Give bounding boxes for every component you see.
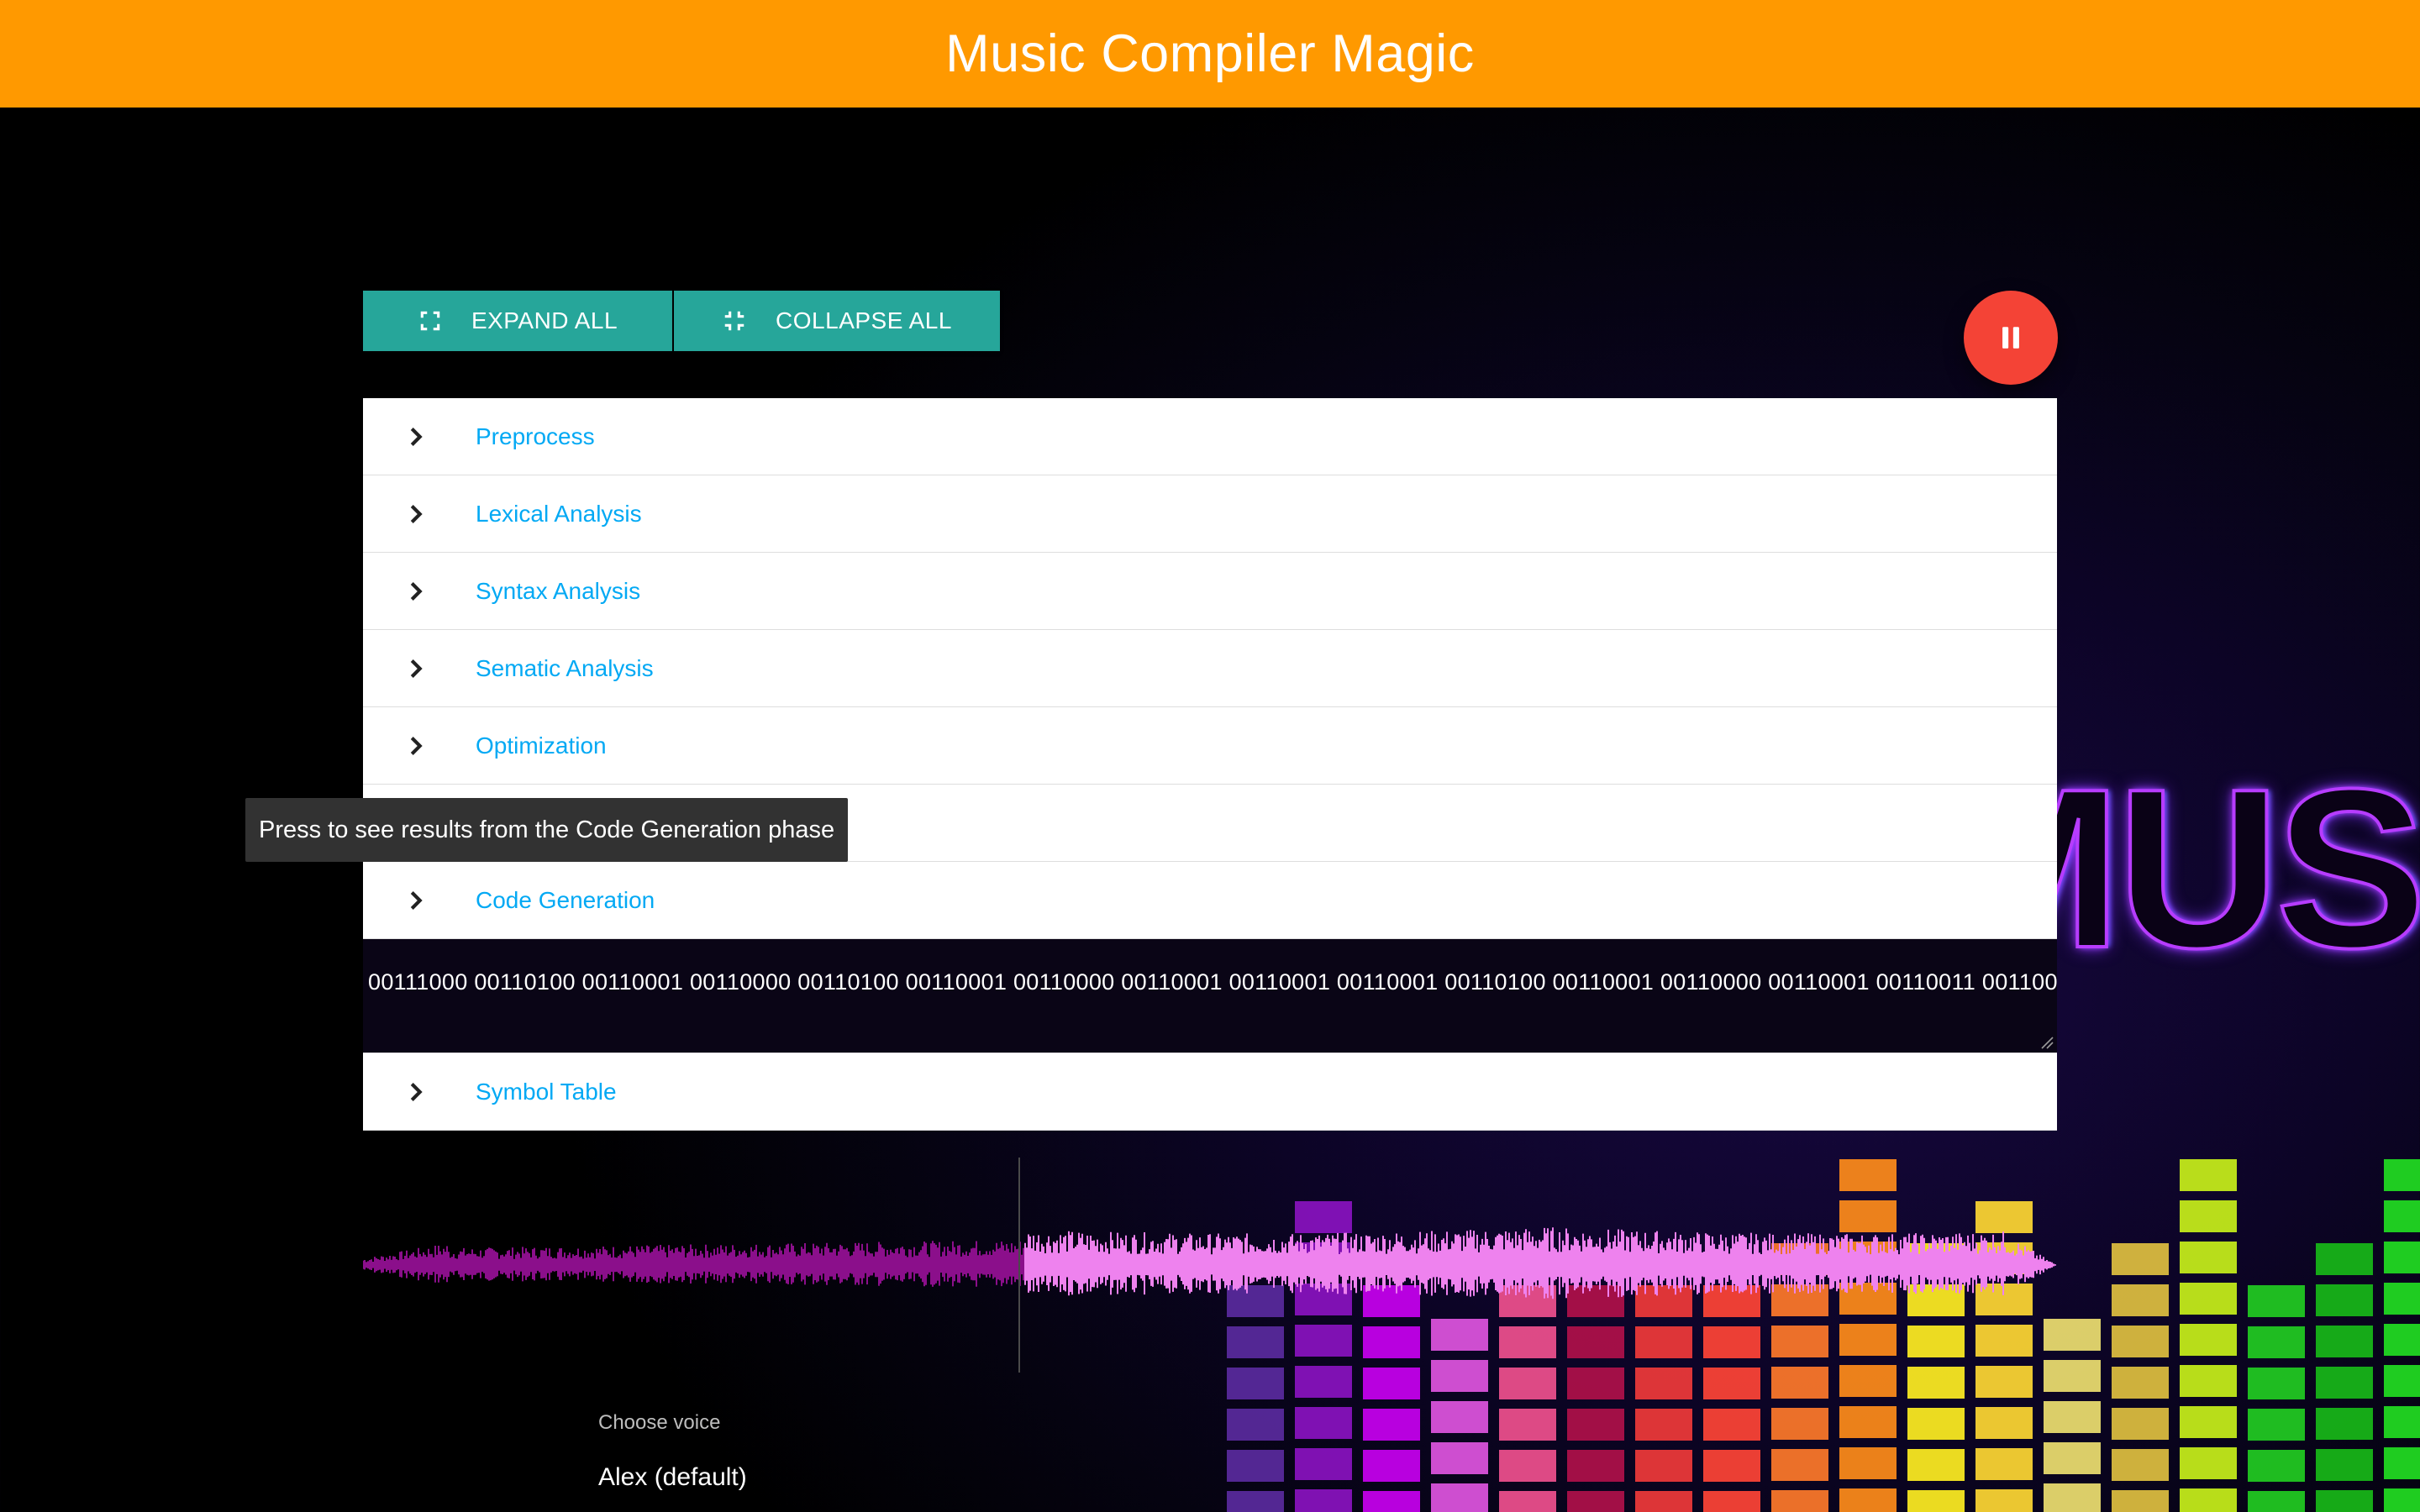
toolbar: EXPAND ALL COLLAPSE ALL <box>363 291 1000 351</box>
collapse-all-label: COLLAPSE ALL <box>776 307 952 333</box>
code-generation-output[interactable]: 00111000 00110100 00110001 00110000 0011… <box>363 939 2057 1053</box>
voice-select-label: Choose voice <box>598 1411 721 1434</box>
chevron-right-icon <box>410 427 423 446</box>
fullscreen-icon <box>420 311 440 331</box>
phase-header-sematic-analysis[interactable]: Sematic Analysis <box>363 630 2057 707</box>
phase-header-preprocess[interactable]: Preprocess <box>363 398 2057 475</box>
phase-header-optimization[interactable]: Optimization <box>363 707 2057 785</box>
phase-label: Code Generation <box>476 886 655 913</box>
chevron-right-icon <box>410 504 423 523</box>
phase-collapsible: Preprocess Lexical Analysis Syntax Analy… <box>363 398 2057 1131</box>
chevron-right-icon <box>410 1082 423 1101</box>
phase-header-syntax-analysis[interactable]: Syntax Analysis <box>363 553 2057 630</box>
phase-label: Sematic Analysis <box>476 654 654 681</box>
chevron-right-icon <box>410 736 423 755</box>
phase-header-code-generation[interactable]: Code Generation <box>363 862 2057 939</box>
chevron-right-icon <box>410 659 423 678</box>
audio-waveform[interactable] <box>363 1156 2057 1374</box>
symbol-table-label: Symbol Table <box>476 1078 617 1105</box>
phase-label: Preprocess <box>476 423 595 449</box>
app-header: Music Compiler Magic <box>0 0 2420 108</box>
playback-cursor[interactable] <box>1018 1158 1020 1373</box>
app-title: Music Compiler Magic <box>945 24 1475 83</box>
phase-label: Syntax Analysis <box>476 577 641 604</box>
chevron-right-icon <box>410 890 423 910</box>
collapse-all-button[interactable]: COLLAPSE ALL <box>674 291 1000 351</box>
pause-icon <box>2002 327 2019 349</box>
pause-button[interactable] <box>1964 291 2058 385</box>
phase-label: Lexical Analysis <box>476 500 642 527</box>
fullscreen-exit-icon <box>724 311 744 331</box>
expand-all-button[interactable]: EXPAND ALL <box>363 291 672 351</box>
chevron-right-icon <box>410 581 423 601</box>
phase-label: Optimization <box>476 732 607 759</box>
code-generation-text: 00111000 00110100 00110001 00110000 0011… <box>368 969 2057 995</box>
expand-all-label: EXPAND ALL <box>471 307 618 333</box>
phase-header-lexical-analysis[interactable]: Lexical Analysis <box>363 475 2057 553</box>
voice-select[interactable]: Alex (default) <box>598 1463 747 1492</box>
phase-header-symbol-table[interactable]: Symbol Table <box>363 1053 2057 1131</box>
resize-handle-icon[interactable] <box>2039 1034 2054 1049</box>
tooltip: Press to see results from the Code Gener… <box>245 798 849 862</box>
